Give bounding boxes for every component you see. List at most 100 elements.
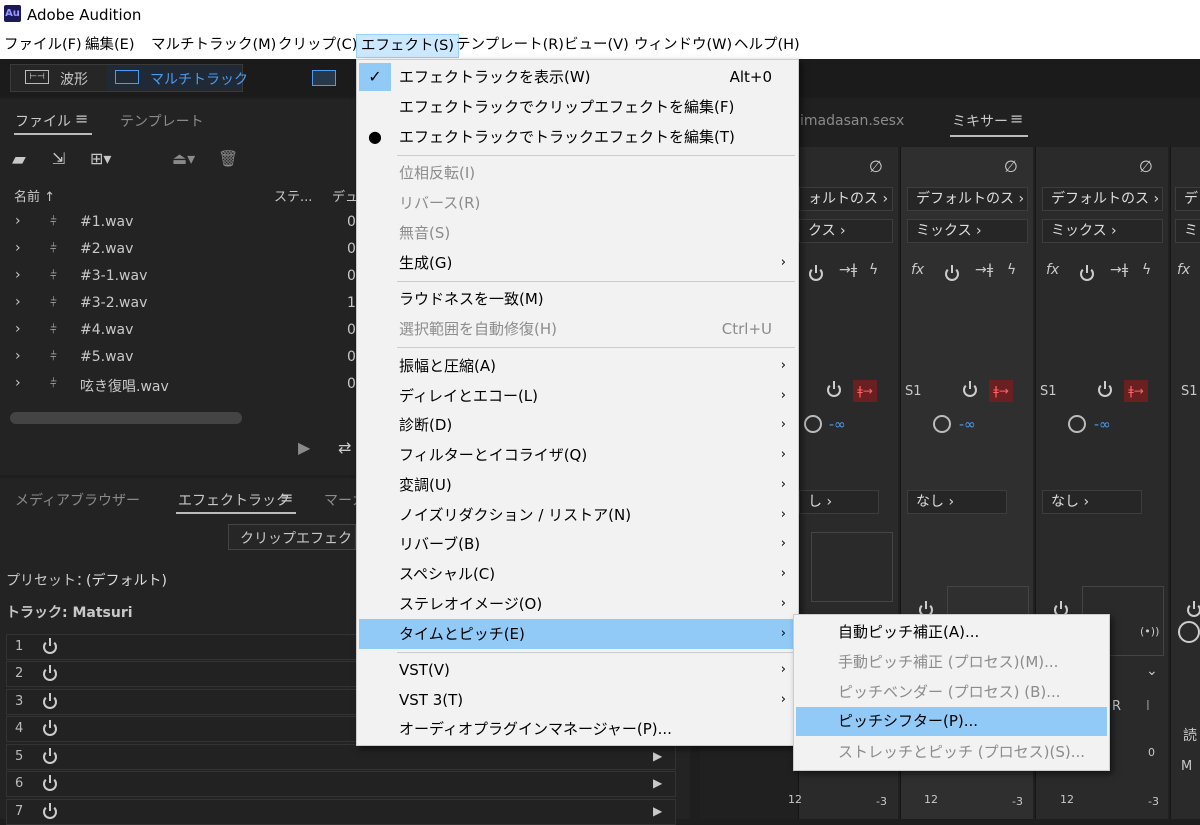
menu-help[interactable]: ヘルプ(H) (730, 34, 804, 58)
send-icon[interactable]: →ǂ (1110, 262, 1128, 278)
tab-files[interactable]: ファイル (15, 111, 71, 131)
menu-item-delay-echo[interactable]: ディレイとエコー(L) › (359, 382, 796, 410)
mute-button[interactable]: M (1181, 759, 1192, 774)
file-row[interactable]: › ⫩ #5.wav 0 (6, 344, 356, 371)
column-status[interactable]: ステ... (274, 186, 312, 205)
output-select[interactable]: ミックス › (907, 219, 1028, 243)
menu-item-modulation[interactable]: 変調(U) › (359, 471, 796, 499)
file-row[interactable]: › ⫩ 呟き復唱.wav 0 (6, 371, 356, 398)
read-label[interactable]: 読 (1183, 725, 1197, 745)
menu-item-diagnostics[interactable]: 診断(D) › (359, 411, 796, 439)
session-tab[interactable]: imadasan.sesx (800, 113, 904, 129)
trash-icon[interactable]: 🗑 (218, 149, 238, 168)
menu-clip[interactable]: クリップ(C) (274, 34, 361, 58)
send-route-icon[interactable]: ǂ→ (853, 380, 877, 402)
tab-mixer[interactable]: ミキサー (952, 111, 1008, 131)
effect-slot[interactable]: 6 ▶ (6, 771, 676, 797)
power-icon[interactable] (963, 381, 977, 397)
input-monitor-button[interactable]: I (1146, 699, 1150, 714)
menu-item-noise-reduction[interactable]: ノイズリダクション / リストア(N) › (359, 501, 796, 529)
input-select[interactable]: デ (1175, 187, 1200, 211)
menu-item-vst[interactable]: VST(V) › (359, 656, 796, 684)
power-icon[interactable] (809, 265, 823, 281)
power-icon[interactable] (1098, 381, 1112, 397)
bolt-icon[interactable]: ϟ (869, 262, 878, 278)
panel-menu-icon[interactable]: ≡ (75, 109, 88, 128)
input-select[interactable]: ォルトのス › (799, 187, 893, 211)
menu-template[interactable]: テンプレート(R) (452, 34, 568, 58)
menu-window[interactable]: ウィンドウ(W) (630, 34, 736, 58)
file-row[interactable]: › ⫩ #2.wav 0 (6, 236, 356, 263)
send-knob[interactable] (804, 415, 822, 433)
output-select[interactable]: ミックス › (1042, 219, 1163, 243)
spectral-icon[interactable] (312, 70, 336, 86)
menu-item-plugin-manager[interactable]: オーディオプラグインマネージャー(P)... (359, 715, 796, 743)
effect-slot[interactable]: 7 ▶ (6, 799, 676, 825)
bolt-icon[interactable]: ϟ (1142, 262, 1151, 278)
route-select[interactable]: なし › (1042, 490, 1142, 514)
menu-item-pitch-shifter[interactable]: ピッチシフター(P)... (796, 707, 1107, 736)
bolt-icon[interactable]: ϟ (1007, 262, 1016, 278)
menu-item-edit-track-effects[interactable]: ● エフェクトラックでトラックエフェクトを編集(T) (359, 123, 796, 151)
horizontal-scrollbar[interactable] (10, 412, 242, 424)
menu-effects[interactable]: エフェクト(S) (356, 34, 460, 58)
record-arm-button[interactable]: R (1112, 699, 1121, 714)
tab-media-browser[interactable]: メディアブラウザー (15, 490, 140, 510)
power-icon[interactable] (827, 381, 841, 397)
pan-knob[interactable] (1178, 621, 1200, 643)
fx-icon[interactable]: fx (1177, 262, 1190, 278)
tab-effects-rack[interactable]: エフェクトラック (178, 490, 290, 510)
send-route-icon[interactable]: ǂ→ (1124, 380, 1148, 402)
menu-item-generate[interactable]: 生成(G) › (359, 249, 796, 277)
menu-item-match-loudness[interactable]: ラウドネスを一致(M) (359, 285, 796, 313)
input-select[interactable]: デフォルトのス › (1042, 187, 1163, 211)
menu-item-vst3[interactable]: VST 3(T) › (359, 686, 796, 714)
file-row[interactable]: › ⫩ #3-2.wav 1 (6, 290, 356, 317)
menu-item-amplitude[interactable]: 振幅と圧縮(A) › (359, 352, 796, 380)
menu-file[interactable]: ファイル(F) (0, 34, 86, 58)
menu-item-show-effects-rack[interactable]: ✓ エフェクトラックを表示(W) Alt+0 (359, 63, 796, 91)
chevron-down-icon[interactable]: ⌄ (1146, 663, 1158, 679)
menu-multitrack[interactable]: マルチトラック(M) (147, 34, 280, 58)
power-icon[interactable] (1187, 601, 1200, 617)
stereo-icon[interactable]: (•)) (1140, 625, 1159, 638)
power-icon[interactable] (1080, 265, 1094, 281)
fx-icon[interactable]: fx (1046, 262, 1059, 278)
import-icon[interactable]: ⇲ (52, 149, 65, 168)
file-row[interactable]: › ⫩ #3-1.wav 0 (6, 263, 356, 290)
route-select[interactable]: し › (799, 490, 879, 514)
column-name[interactable]: 名前 ↑ (14, 186, 55, 205)
fx-icon[interactable]: fx (911, 262, 924, 278)
send-icon[interactable]: →ǂ (975, 262, 993, 278)
clip-effects-tab[interactable]: クリップエフェクト (240, 528, 366, 548)
preset-select[interactable]: (デフォルト) (86, 570, 167, 590)
waveform-button[interactable]: 波形 (60, 69, 88, 89)
effect-slot[interactable]: 5 ▶ (6, 744, 676, 770)
tab-template[interactable]: テンプレート (120, 111, 204, 131)
panel-menu-icon[interactable]: ≡ (280, 488, 293, 507)
send-icon[interactable]: →ǂ (839, 262, 857, 278)
menu-item-special[interactable]: スペシャル(C) › (359, 560, 796, 588)
menu-view[interactable]: ビュー(V) (560, 34, 633, 58)
phase-icon[interactable]: ∅ (1139, 157, 1153, 176)
output-select[interactable]: ミ (1175, 219, 1200, 243)
send-knob[interactable] (933, 415, 951, 433)
insert-icon[interactable]: ⏏▾ (172, 149, 195, 168)
menu-item-auto-pitch[interactable]: 自動ピッチ補正(A)... (796, 618, 1107, 647)
loop-icon[interactable]: ⇄ (338, 438, 351, 457)
menu-item-edit-clip-effects[interactable]: エフェクトラックでクリップエフェクトを編集(F) (359, 93, 796, 121)
new-file-icon[interactable]: ⊞▾ (90, 149, 111, 168)
file-row[interactable]: › ⫩ #1.wav 0 (6, 209, 356, 236)
send-route-icon[interactable]: ǂ→ (989, 380, 1013, 402)
open-folder-icon[interactable]: ▰ (12, 149, 26, 170)
menu-edit[interactable]: 編集(E) (81, 34, 138, 58)
power-icon[interactable] (945, 265, 959, 281)
phase-icon[interactable]: ∅ (869, 157, 883, 176)
send-knob[interactable] (1068, 415, 1086, 433)
route-select[interactable]: なし › (907, 490, 1007, 514)
menu-item-reverb[interactable]: リバーブ(B) › (359, 530, 796, 558)
phase-icon[interactable]: ∅ (1004, 157, 1018, 176)
menu-item-time-pitch[interactable]: タイムとピッチ(E) › (359, 619, 796, 649)
output-select[interactable]: クス › (799, 219, 893, 243)
column-duration[interactable]: デュ (332, 186, 358, 205)
